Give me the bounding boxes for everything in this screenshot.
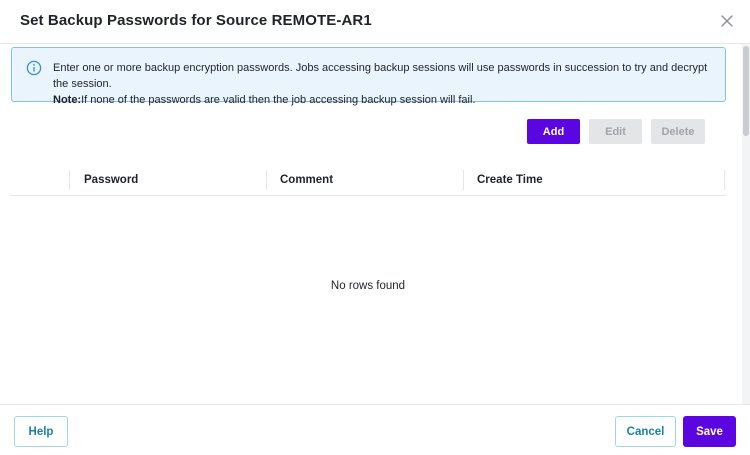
close-icon [721,15,733,27]
close-button[interactable] [716,10,738,32]
add-button[interactable]: Add [527,119,580,144]
info-message: Enter one or more backup encryption pass… [53,60,723,108]
info-note: Note:If none of the passwords are valid … [53,92,723,108]
empty-table-message: No rows found [330,280,406,292]
column-separator [69,170,70,190]
delete-button[interactable]: Delete [651,119,705,144]
column-separator [266,170,267,190]
note-label: Note: [53,94,82,106]
info-banner: Enter one or more backup encryption pass… [11,47,726,106]
scrollbar-thumb[interactable] [743,46,749,136]
column-header-password[interactable]: Password [84,165,264,195]
dialog-title: Set Backup Passwords for Source REMOTE-A… [20,12,372,29]
column-separator [724,170,725,190]
column-header-comment[interactable]: Comment [280,165,460,195]
backup-passwords-dialog: Set Backup Passwords for Source REMOTE-A… [0,0,750,455]
dialog-scrollbar[interactable] [742,44,750,404]
edit-button[interactable]: Edit [589,119,642,144]
info-line: Enter one or more backup encryption pass… [53,62,708,90]
dialog-footer: Help Cancel Save [0,404,750,455]
column-separator [463,170,464,190]
help-button[interactable]: Help [14,416,68,447]
info-circle-icon [26,60,42,76]
save-button[interactable]: Save [683,416,736,447]
cancel-button[interactable]: Cancel [615,416,676,447]
column-header-create-time[interactable]: Create Time [477,165,677,195]
table-header: Password Comment Create Time [10,165,726,196]
dialog-header: Set Backup Passwords for Source REMOTE-A… [0,0,750,44]
note-text: If none of the passwords are valid then … [81,94,476,106]
